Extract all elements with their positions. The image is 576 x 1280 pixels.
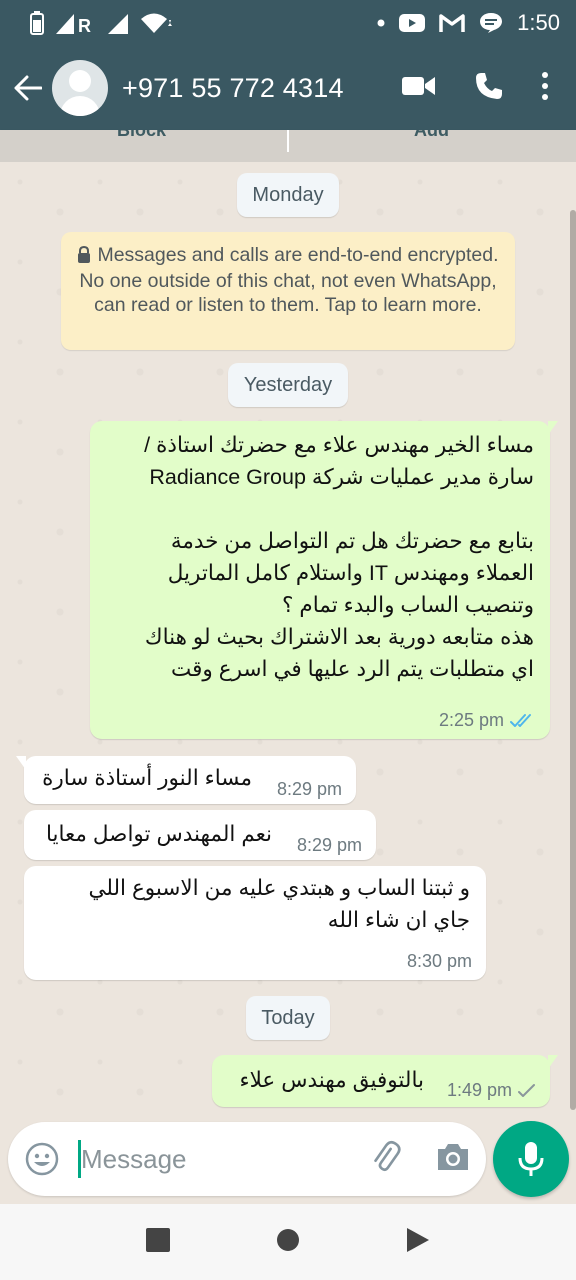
contact-name[interactable]: +971 55 772 4314 [122,73,344,104]
message-meta: 2:25 pm [439,710,536,731]
double-check-read-icon [510,713,531,727]
bubble-tail [548,1055,558,1069]
message-text: بالتوفيق مهندس علاء [239,1068,424,1092]
message-meta: 1:49 pm [447,1080,536,1101]
status-left: R [30,11,172,35]
status-bar: R 1:50 [0,0,576,46]
message-text: و ثبتنا الساب و هبتدي عليه من الاسبوع ال… [88,876,470,932]
message-composer [8,1122,486,1196]
messages-icon [479,11,503,35]
square-icon [146,1227,170,1252]
message-meta: 8:30 pm [407,951,472,972]
message-incoming-1[interactable]: مساء النور أستاذة سارة 8:29 pm [16,756,356,804]
video-call-icon[interactable] [402,74,436,103]
signal-icon [108,11,128,35]
avatar[interactable] [52,60,108,116]
lock-icon [77,245,91,269]
system-nav-bar [0,1204,576,1280]
date-chip-monday: Monday [237,173,339,217]
message-meta: 8:29 pm [277,779,342,800]
block-add-banner: Block Add [0,130,576,162]
block-button[interactable]: Block [117,130,166,141]
header-actions [402,71,576,106]
status-right: 1:50 [377,10,560,36]
message-outgoing-2[interactable]: بالتوفيق مهندس علاء 1:49 pm [212,1055,558,1107]
voice-call-icon[interactable] [474,71,504,106]
triangle-play-icon [407,1227,429,1252]
voice-record-button[interactable] [493,1121,569,1197]
add-button[interactable]: Add [414,130,449,141]
bubble-tail [16,756,26,770]
dot-icon [377,11,385,35]
message-text: نعم المهندس تواصل معايا [45,822,272,846]
composer-actions [368,1140,486,1179]
message-time: 1:49 pm [446,1080,512,1100]
circle-icon [277,1228,299,1251]
chat-header: +971 55 772 4314 [0,46,576,130]
date-chip-yesterday: Yesterday [228,363,348,407]
message-text: مساء النور أستاذة سارة [42,766,252,790]
microphone-icon [518,1142,544,1176]
youtube-icon [399,11,426,35]
chat-scrollbar[interactable] [570,210,576,1110]
attach-button[interactable] [368,1140,402,1179]
more-options-icon[interactable] [542,71,548,105]
single-check-icon [518,1083,535,1097]
message-outgoing-1[interactable]: مساء الخير مهندس علاء مع حضرتك استاذة / … [90,421,558,739]
encryption-notice[interactable]: Messages and calls are end-to-end encryp… [61,232,515,350]
message-incoming-2[interactable]: نعم المهندس تواصل معايا 8:29 pm [24,810,376,860]
encryption-notice-text: Messages and calls are end-to-end encryp… [79,244,499,316]
message-time: 8:30 pm [406,951,472,971]
banner-divider [287,130,289,152]
date-chip-today: Today [246,996,330,1040]
camera-button[interactable] [436,1142,470,1177]
battery-icon [30,11,44,35]
svg-text:R: R [78,16,91,34]
back-nav-button[interactable] [406,1227,430,1258]
gmail-icon [439,11,465,35]
signal-r-icon: R [56,11,96,35]
emoji-icon [25,1142,59,1176]
avatar-head-shape [69,70,91,92]
message-input[interactable] [81,1143,341,1175]
avatar-body-shape [60,96,100,116]
message-meta: 8:29 pm [297,835,362,856]
camera-icon [438,1143,468,1170]
message-text: مساء الخير مهندس علاء مع حضرتك استاذة / … [144,433,534,681]
paperclip-icon [374,1140,401,1171]
arrow-left-icon [14,75,42,101]
message-incoming-3[interactable]: و ثبتنا الساب و هبتدي عليه من الاسبوع ال… [24,866,486,980]
emoji-button[interactable] [10,1142,74,1176]
message-time: 2:25 pm [438,710,504,730]
recents-button[interactable] [146,1227,170,1257]
back-button[interactable] [2,46,54,130]
message-time: 8:29 pm [296,835,362,855]
wifi-icon [140,11,172,35]
home-button[interactable] [276,1228,300,1257]
status-time: 1:50 [517,10,560,35]
bubble-tail [548,421,558,435]
message-time: 8:29 pm [276,779,342,799]
